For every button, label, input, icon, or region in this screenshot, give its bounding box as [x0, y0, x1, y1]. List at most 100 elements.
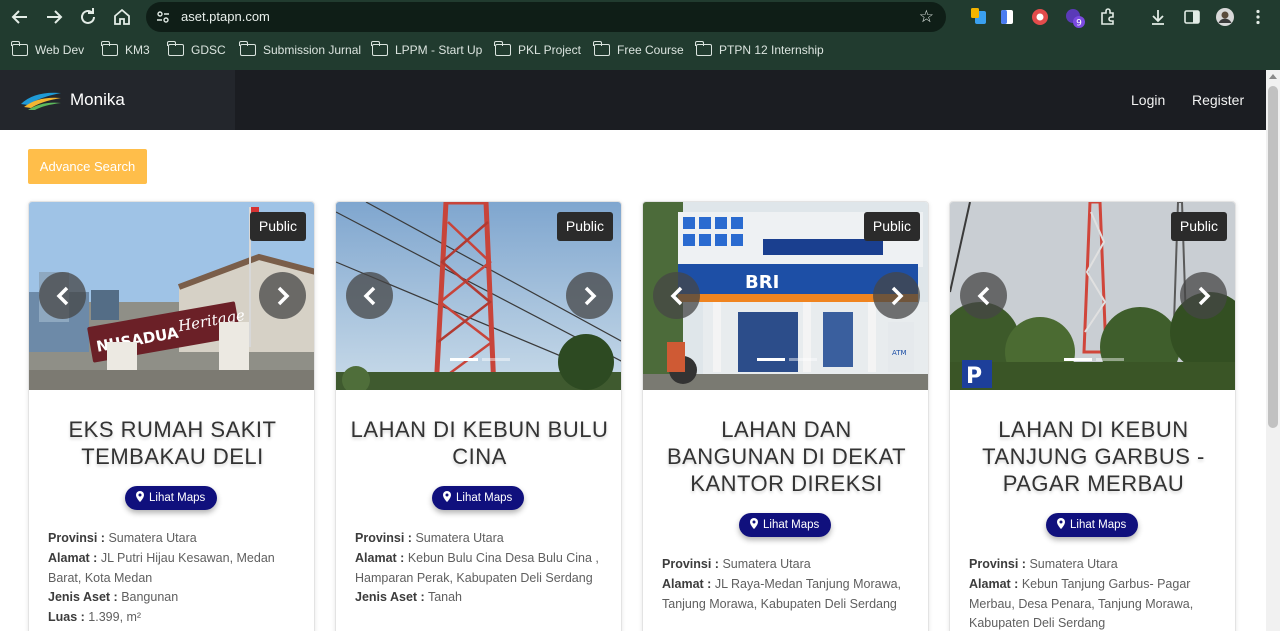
visibility-badge: Public: [249, 212, 306, 241]
chevron-right-icon: [891, 286, 904, 306]
asset-image-carousel: BRI ATM Public: [643, 202, 928, 390]
carousel-prev-button[interactable]: [346, 272, 393, 319]
extension-icon-1[interactable]: [968, 7, 988, 27]
carousel-next-button[interactable]: [566, 272, 613, 319]
address-bar[interactable]: aset.ptapn.com ☆: [146, 2, 946, 32]
visibility-badge: Public: [1170, 212, 1227, 241]
luas-row: Luas : 1.399, m²: [48, 610, 142, 625]
browser-chrome: aset.ptapn.com ☆ 9 Web Dev KM3 GDSC Subm…: [0, 0, 1280, 70]
alamat-row: Alamat : Kebun Tanjung Garbus- Pagar Mer…: [969, 576, 1194, 631]
carousel-indicator[interactable]: [1095, 358, 1124, 361]
bookmark-gdsc[interactable]: GDSC: [167, 41, 226, 58]
folder-icon: [695, 41, 712, 56]
bookmark-pkl-project[interactable]: PKL Project: [494, 41, 581, 58]
chevron-left-icon: [56, 286, 69, 306]
carousel-indicators: [643, 358, 928, 361]
page-scrollbar[interactable]: [1266, 70, 1280, 631]
asset-title: LAHAN DI KEBUN BULU CINA: [350, 417, 609, 469]
provinsi-row: Provinsi : Sumatera Utara: [662, 557, 811, 571]
chevron-left-icon: [977, 286, 990, 306]
side-panel-icon[interactable]: [1182, 7, 1202, 27]
profile-avatar-icon[interactable]: [1215, 7, 1235, 27]
carousel-indicators: [950, 358, 1235, 361]
map-pin-icon: [136, 491, 144, 502]
carousel-next-button[interactable]: [259, 272, 306, 319]
jenis-aset-row: Jenis Aset : Bangunan: [48, 590, 179, 605]
carousel-indicator[interactable]: [756, 358, 785, 361]
forward-icon[interactable]: [42, 5, 66, 29]
carousel-indicator[interactable]: [788, 358, 817, 361]
provinsi-row: Provinsi : Sumatera Utara: [48, 531, 197, 545]
scroll-up-arrow-icon[interactable]: [1269, 74, 1277, 79]
download-icon[interactable]: [1148, 7, 1168, 27]
carousel-indicator[interactable]: [1063, 358, 1092, 361]
view-maps-button[interactable]: Lihat Maps: [125, 486, 218, 510]
extensions-puzzle-icon[interactable]: [1098, 7, 1118, 27]
back-icon[interactable]: [8, 5, 32, 29]
asset-details: Provinsi : Sumatera Utara Alamat : JL Pu…: [48, 529, 298, 628]
asset-image-carousel: Public: [336, 202, 621, 390]
alamat-row: Alamat : JL Raya-Medan Tanjung Morawa, T…: [662, 576, 902, 611]
register-link[interactable]: Register: [1192, 91, 1244, 109]
carousel-prev-button[interactable]: [960, 272, 1007, 319]
bookmark-free-course[interactable]: Free Course: [593, 41, 684, 58]
site-navbar: Monika Login Register: [0, 70, 1266, 130]
view-maps-button[interactable]: Lihat Maps: [432, 486, 525, 510]
asset-image-carousel: P Public: [950, 202, 1235, 390]
home-icon[interactable]: [110, 5, 134, 29]
site-settings-icon[interactable]: [155, 9, 171, 25]
bookmark-ptpn-12-internship[interactable]: PTPN 12 Internship: [695, 41, 824, 58]
visibility-badge: Public: [556, 212, 613, 241]
reload-icon[interactable]: [76, 5, 100, 29]
carousel-next-button[interactable]: [1180, 272, 1227, 319]
view-maps-button[interactable]: Lihat Maps: [1046, 513, 1139, 537]
browser-toolbar: aset.ptapn.com ☆ 9: [0, 0, 1280, 34]
folder-icon: [167, 41, 184, 56]
login-link[interactable]: Login: [1131, 91, 1165, 109]
browser-menu-icon[interactable]: [1248, 7, 1268, 27]
chevron-left-icon: [670, 286, 683, 306]
bookmark-web-dev[interactable]: Web Dev: [11, 41, 84, 58]
carousel-next-button[interactable]: [873, 272, 920, 319]
atm-sign-text: ATM: [892, 349, 907, 357]
carousel-prev-button[interactable]: [653, 272, 700, 319]
asset-card: P Public LAHAN DI KEBUN TANJUNG GARBUS -…: [949, 201, 1236, 631]
extension-icon-2[interactable]: [997, 7, 1017, 27]
bookmark-star-icon[interactable]: ☆: [919, 8, 934, 26]
brand-link[interactable]: Monika: [0, 70, 235, 130]
view-maps-button[interactable]: Lihat Maps: [739, 513, 832, 537]
bri-sign-text: BRI: [745, 272, 779, 293]
folder-icon: [494, 41, 511, 56]
carousel-indicator[interactable]: [449, 358, 478, 361]
chevron-right-icon: [1198, 286, 1211, 306]
advance-search-button[interactable]: Advance Search: [28, 149, 147, 184]
asset-image-carousel: NUSADUA Heritage Public: [29, 202, 314, 390]
scrollbar-thumb[interactable]: [1268, 86, 1278, 428]
chevron-left-icon: [363, 286, 376, 306]
parking-sign-text: P: [966, 364, 982, 389]
carousel-indicators: [336, 358, 621, 361]
asset-title: EKS RUMAH SAKIT TEMBAKAU DELI: [68, 417, 277, 469]
folder-icon: [11, 41, 28, 56]
asset-details: Provinsi : Sumatera Utara Alamat : Kebun…: [355, 529, 605, 608]
asset-card: NUSADUA Heritage Public EKS RUMAH SAKIT …: [28, 201, 315, 631]
url-text: aset.ptapn.com: [181, 9, 270, 24]
carousel-indicator[interactable]: [481, 358, 510, 361]
asset-details: Provinsi : Sumatera Utara Alamat : JL Ra…: [662, 555, 912, 614]
extension-icon-4[interactable]: 9: [1064, 7, 1085, 29]
monika-logo-icon: [21, 92, 61, 110]
bookmarks-bar: Web Dev KM3 GDSC Submission Jurnal LPPM …: [0, 36, 1280, 64]
alamat-row: Alamat : Kebun Bulu Cina Desa Bulu Cina …: [355, 550, 599, 585]
brand-name: Monika: [70, 90, 125, 109]
provinsi-row: Provinsi : Sumatera Utara: [355, 531, 504, 545]
bookmark-km3[interactable]: KM3: [101, 41, 150, 58]
extension-icon-3[interactable]: [1030, 7, 1050, 27]
carousel-prev-button[interactable]: [39, 272, 86, 319]
visibility-badge: Public: [863, 212, 920, 241]
bookmark-lppm-start-up[interactable]: LPPM - Start Up: [371, 41, 482, 58]
folder-icon: [239, 41, 256, 56]
map-pin-icon: [443, 491, 451, 502]
bookmark-submission-jurnal[interactable]: Submission Jurnal: [239, 41, 361, 58]
extension-badge-count: 9: [1076, 19, 1082, 29]
jenis-aset-row: Jenis Aset : Tanah: [355, 590, 463, 605]
